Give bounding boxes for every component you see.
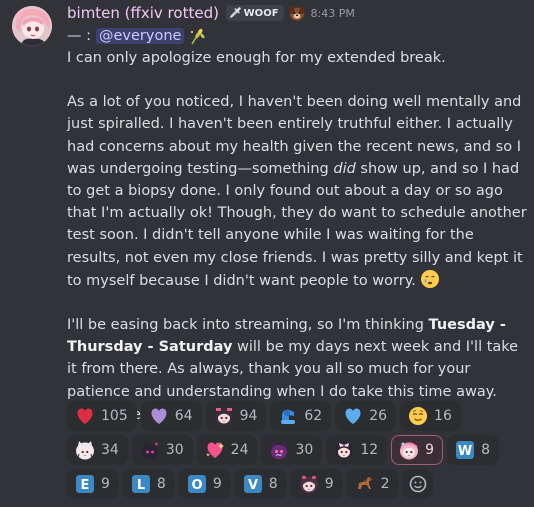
reaction-count: 26 [369,408,388,424]
reaction-regional-l[interactable]: L8 [122,469,175,499]
paragraph-2-emphasis: did [333,160,356,177]
role-badge-label: WOOF [243,7,279,19]
reaction-count: 9 [425,442,435,458]
ping-prefix: — : [67,27,91,44]
everyone-mention[interactable]: @everyone [96,27,185,44]
reaction-regional-v[interactable]: V8 [234,469,287,499]
reaction-purple-creature-sticker[interactable]: 30 [261,435,323,465]
reaction-count: 24 [230,442,249,458]
paragraph-1: I can only apologize enough for my exten… [67,50,446,66]
reaction-count: 8 [481,442,490,458]
dark-cat-sticker-icon [141,442,158,459]
reaction-count: 16 [434,408,452,424]
reaction-regional-w[interactable]: W8 [447,435,499,465]
svg-text:E: E [81,478,90,493]
horse-icon [357,477,372,489]
reaction-cat-girl-sticker[interactable]: 34 [67,435,128,465]
reaction-count: 105 [101,408,128,424]
reaction-regional-e[interactable]: E9 [67,469,119,499]
reaction-count: 8 [268,476,278,492]
reaction-count: 12 [360,442,379,458]
paragraph-2-part-b: show up, and so I had to get a biopsy do… [67,160,532,289]
add-reaction-icon [409,475,426,493]
anime-girl-sticker-icon [214,408,233,426]
reaction-count: 30 [165,442,184,458]
reaction-anime-girl-sticker[interactable]: 94 [205,401,267,431]
reaction-blue-heart[interactable]: 26 [335,401,397,431]
svg-text:V: V [248,478,258,493]
reaction-count: 94 [239,408,258,424]
reaction-count: 34 [101,442,119,458]
chat-message: bimten (ffxiv rotted) 🗡 WOOF 8:43 PM — :… [0,0,534,507]
purple-heart-icon [151,408,167,424]
reaction-row: 34 30 24 30 12 9 W 8 [67,435,532,465]
reactions-bar: 105 64 94 62 26 16 34 30 24 30 12 9 W 8 E 9 L 8 O 9 V 8 9 2 [67,401,532,503]
reaction-horse[interactable]: 2 [346,469,399,499]
reaction-girl-sticker[interactable]: 9 [290,469,343,499]
reaction-pink-girl-sticker[interactable]: 9 [391,435,444,465]
reaction-count: 9 [212,476,222,492]
reaction-count: 8 [156,476,166,492]
role-badge[interactable]: 🗡 WOOF [225,5,284,21]
blue-hug-sticker-icon [281,409,296,424]
pink-girl-sticker-icon [400,442,419,460]
svg-text:O: O [191,478,202,493]
reaction-count: 2 [380,476,390,492]
relieved-face-icon [409,407,428,425]
paragraph-3-part-a: I'll be easing back into streaming, so I… [67,317,429,334]
add-reaction-button[interactable] [402,469,433,499]
regional-o-icon: O [187,475,206,493]
reaction-red-heart[interactable]: 105 [67,401,137,431]
bow-girl-sticker-icon [335,442,354,460]
regional-v-icon: V [243,475,262,493]
regional-w-icon: W [456,441,475,459]
reaction-dark-cat-sticker[interactable]: 30 [131,435,193,465]
regional-e-icon: E [76,475,94,493]
ping-line: — : @everyone [67,25,206,46]
username[interactable]: bimten (ffxiv rotted) [67,4,219,22]
sparkling-heart-icon [205,442,224,458]
reaction-row: 105 64 94 62 26 16 [67,401,532,431]
reaction-purple-heart[interactable]: 64 [140,401,202,431]
svg-text:W: W [458,444,472,459]
sparkle-wheat-emoji-icon [191,28,205,44]
reaction-relieved-face[interactable]: 16 [400,401,461,431]
red-heart-icon [77,408,93,424]
sword-icon: 🗡 [228,7,242,19]
reaction-count: 30 [295,442,314,458]
reaction-sparkling-heart[interactable]: 24 [196,435,258,465]
reaction-blue-hug-sticker[interactable]: 62 [270,401,332,431]
message-header: bimten (ffxiv rotted) 🗡 WOOF 8:43 PM [67,3,355,23]
reaction-count: 9 [324,476,334,492]
reaction-regional-o[interactable]: O9 [178,469,231,499]
user-avatar[interactable] [12,6,52,46]
reaction-row: E9L8O9V892 [67,469,532,499]
cat-girl-sticker-icon [76,441,94,460]
dog-emoji-icon[interactable] [288,4,306,22]
timestamp[interactable]: 8:43 PM [311,7,355,20]
reaction-count: 9 [101,476,110,492]
reaction-bow-girl-sticker[interactable]: 12 [326,435,388,465]
purple-creature-sticker-icon [271,441,288,459]
blue-heart-icon [345,408,361,424]
message-body: I can only apologize enough for my exten… [67,47,529,426]
svg-text:L: L [137,478,145,493]
reaction-count: 64 [174,408,193,424]
holding-back-tears-emoji-icon [421,269,440,288]
regional-l-icon: L [131,475,150,493]
reaction-count: 62 [304,408,323,424]
paragraph-2: As a lot of you noticed, I haven't been … [67,91,529,292]
girl-sticker-icon [299,476,318,494]
